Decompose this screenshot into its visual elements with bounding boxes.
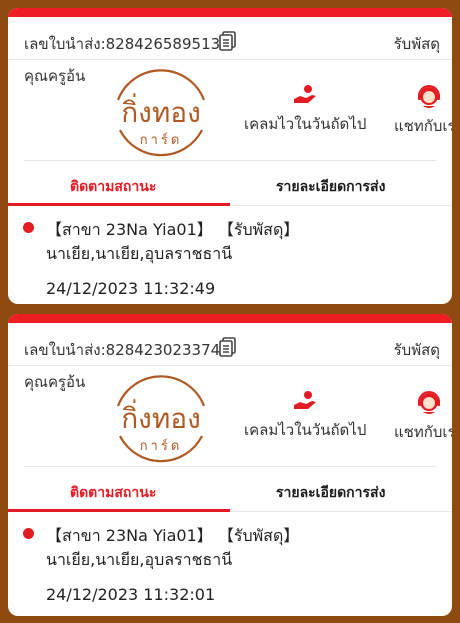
event-timestamp: 24/12/2023 11:32:01 xyxy=(46,585,216,604)
shipment-card-2: เลขใบนำส่ง:828423023374 รับพัสดุ คุณครูอ… xyxy=(8,314,452,616)
claim-label: เคลมไวในวันถัดไป xyxy=(244,421,367,439)
chat-label: แชทกับเรา xyxy=(394,423,452,441)
shipment-card-1: เลขใบนำส่ง:828426589513 รับพัสดุ คุณครูอ… xyxy=(8,8,452,304)
timeline-dot xyxy=(23,222,34,233)
claim-button[interactable]: เคลมไวในวันถัดไป xyxy=(244,390,366,442)
event-status: 【สาขา 23Na Yia01】 【รับพัสดุ】 xyxy=(46,220,300,239)
support-agent-icon xyxy=(417,85,440,108)
brand-logo: กิ่งทอง การ์ด xyxy=(116,375,206,463)
tab-bar: ติดตามสถานะ รายละเอียดการส่ง xyxy=(8,168,452,206)
copy-icon[interactable] xyxy=(219,31,237,51)
svg-text:กิ่งทอง: กิ่งทอง xyxy=(121,93,201,129)
status-label: รับพัสดุ xyxy=(393,341,440,359)
customer-name: คุณครูอ้น xyxy=(24,67,86,85)
tab-bar: ติดตามสถานะ รายละเอียดการส่ง xyxy=(8,474,452,512)
tab-shipping-details[interactable]: รายละเอียดการส่ง xyxy=(276,176,385,198)
tab-tracking-status[interactable]: ติดตามสถานะ xyxy=(70,482,156,504)
active-tab-indicator xyxy=(8,203,230,206)
status-label: รับพัสดุ xyxy=(393,35,440,53)
event-location: นาเยีย,นาเยีย,อุบลราชธานี xyxy=(46,550,233,569)
svg-text:การ์ด: การ์ด xyxy=(140,132,183,148)
tracking-row: เลขใบนำส่ง:828426589513 รับพัสดุ xyxy=(8,18,452,60)
hand-coin-icon xyxy=(294,391,317,409)
hand-coin-icon xyxy=(294,85,317,103)
chat-button[interactable]: แชทกับเรา xyxy=(394,84,452,138)
active-tab-indicator xyxy=(8,509,230,512)
claim-button[interactable]: เคลมไวในวันถัดไป xyxy=(244,84,366,136)
divider xyxy=(24,466,436,467)
tab-tracking-status[interactable]: ติดตามสถานะ xyxy=(70,176,156,198)
support-agent-icon xyxy=(417,391,440,414)
event-timestamp: 24/12/2023 11:32:49 xyxy=(46,279,216,298)
tracking-number[interactable]: เลขใบนำส่ง:828423023374 xyxy=(24,338,220,362)
tab-shipping-details[interactable]: รายละเอียดการส่ง xyxy=(276,482,385,504)
chat-label: แชทกับเรา xyxy=(394,117,452,135)
brand-logo: กิ่งทอง การ์ด xyxy=(116,69,206,157)
event-location: นาเยีย,นาเยีย,อุบลราชธานี xyxy=(46,244,233,263)
event-status: 【สาขา 23Na Yia01】 【รับพัสดุ】 xyxy=(46,526,300,545)
copy-icon[interactable] xyxy=(219,337,237,357)
chat-button[interactable]: แชทกับเรา xyxy=(394,390,452,444)
divider xyxy=(24,160,436,161)
tracking-row: เลขใบนำส่ง:828423023374 รับพัสดุ xyxy=(8,324,452,366)
svg-text:การ์ด: การ์ด xyxy=(140,438,183,454)
svg-text:กิ่งทอง: กิ่งทอง xyxy=(121,399,201,435)
customer-name: คุณครูอ้น xyxy=(24,373,86,391)
claim-label: เคลมไวในวันถัดไป xyxy=(244,115,367,133)
timeline-dot xyxy=(23,528,34,539)
tracking-number[interactable]: เลขใบนำส่ง:828426589513 xyxy=(24,32,220,56)
